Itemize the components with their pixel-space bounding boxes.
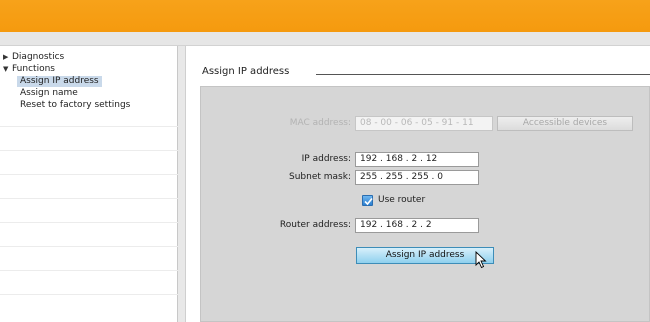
grid-line: [0, 198, 178, 199]
expand-arrow-icon[interactable]: ▶: [3, 52, 8, 63]
use-router-label: Use router: [378, 195, 426, 205]
grid-line: [0, 222, 178, 223]
accessible-devices-button[interactable]: Accessible devices: [497, 116, 633, 131]
grid-line: [0, 270, 178, 271]
tree-item-label: Assign name: [20, 88, 78, 98]
main-content: Assign IP address MAC address: 08 - 00 -…: [186, 46, 650, 322]
assign-ip-panel: MAC address: 08 - 00 - 06 - 05 - 91 - 11…: [200, 86, 650, 322]
checkmark-icon: [364, 197, 373, 206]
tree-item-assign-ip-address[interactable]: Assign IP address: [0, 76, 178, 87]
tree-item-label: Diagnostics: [12, 52, 65, 62]
panel-splitter[interactable]: [178, 46, 186, 322]
section-divider: [316, 74, 650, 75]
grid-line: [0, 294, 178, 295]
tree-item-label: Assign IP address: [17, 76, 102, 87]
mac-address-label: MAC address:: [289, 118, 351, 128]
router-address-field[interactable]: 192 . 168 . 2 . 2: [355, 218, 479, 233]
assign-ip-address-button[interactable]: Assign IP address: [356, 247, 494, 264]
navigation-tree: ▶ Diagnostics ▼ Functions Assign IP addr…: [0, 46, 178, 322]
tree-item-label: Functions: [12, 64, 55, 74]
toolbar-strip: [0, 32, 650, 46]
grid-line: [0, 150, 178, 151]
grid-line: [0, 174, 178, 175]
mac-address-field: 08 - 00 - 06 - 05 - 91 - 11: [355, 116, 493, 131]
mouse-cursor-icon: [475, 251, 487, 269]
grid-line: [0, 126, 178, 127]
collapse-arrow-icon[interactable]: ▼: [3, 64, 8, 75]
subnet-mask-label: Subnet mask:: [289, 172, 351, 182]
tree-item-assign-name[interactable]: Assign name: [0, 88, 178, 99]
title-bar: [0, 0, 650, 32]
router-address-label: Router address:: [279, 220, 351, 230]
use-router-checkbox[interactable]: [362, 195, 373, 206]
tree-item-reset-to-factory-settings[interactable]: Reset to factory settings: [0, 100, 178, 111]
grid-line: [0, 246, 178, 247]
tree-item-diagnostics[interactable]: ▶ Diagnostics: [0, 52, 178, 63]
ip-address-field[interactable]: 192 . 168 . 2 . 12: [355, 152, 479, 167]
tree-item-functions[interactable]: ▼ Functions: [0, 64, 178, 75]
section-title: Assign IP address: [202, 66, 290, 77]
subnet-mask-field[interactable]: 255 . 255 . 255 . 0: [355, 170, 479, 185]
tree-item-label: Reset to factory settings: [20, 100, 131, 110]
ip-address-label: IP address:: [301, 154, 351, 164]
